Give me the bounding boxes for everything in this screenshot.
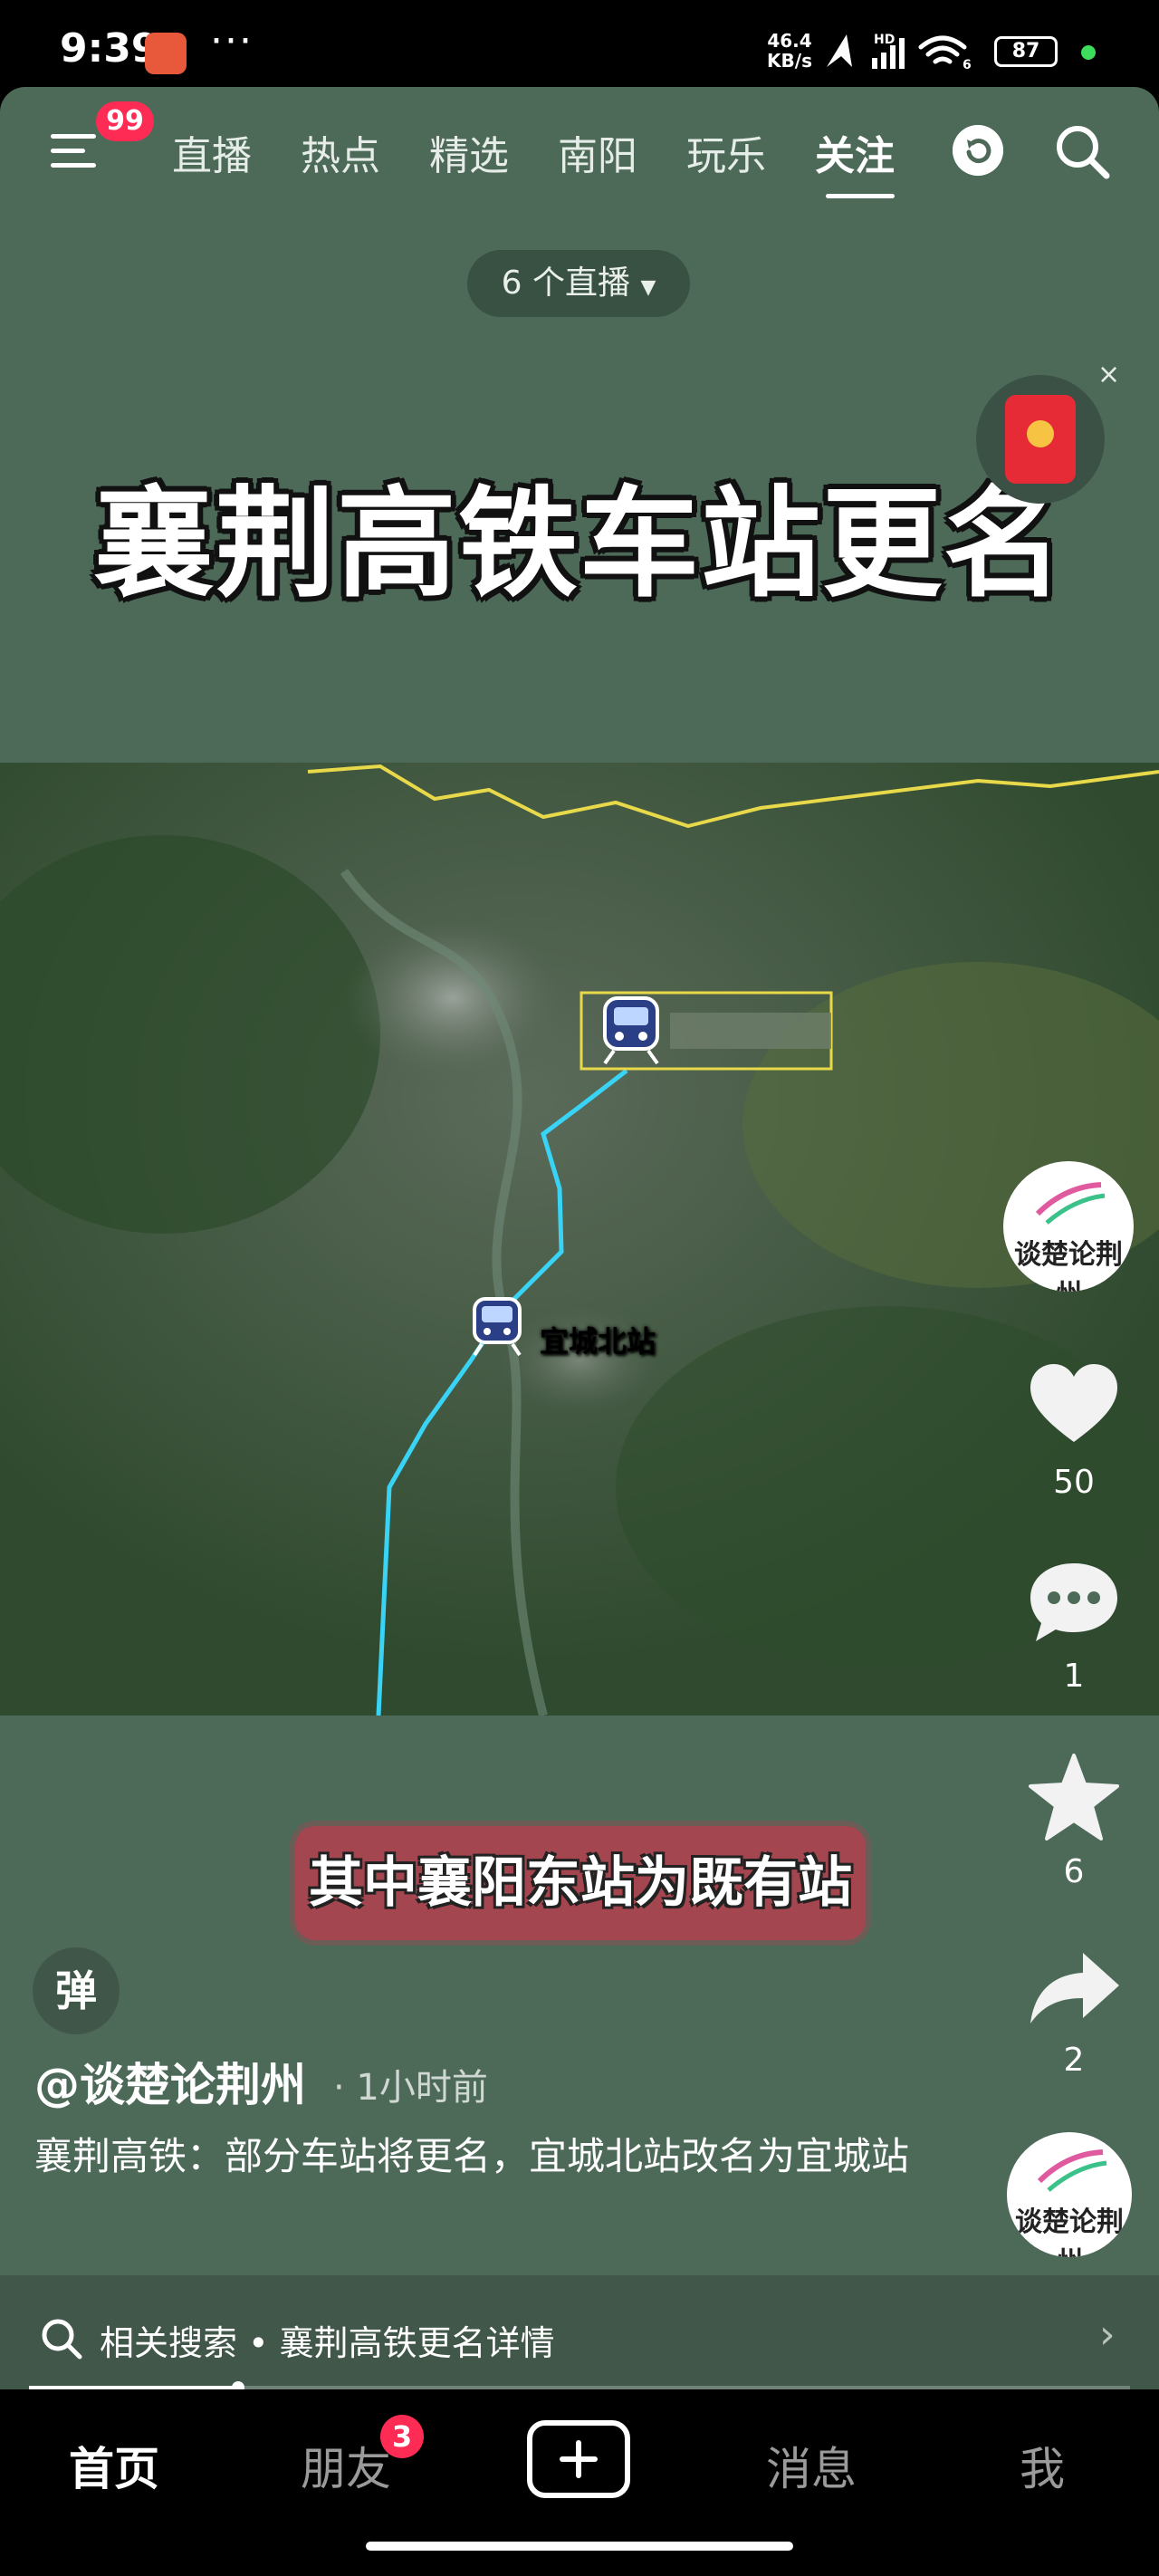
- share-icon[interactable]: [1027, 1949, 1123, 2025]
- create-post-button[interactable]: [527, 2420, 630, 2498]
- network-speed: 46.4 KB/s: [761, 31, 819, 71]
- wifi-icon: [918, 35, 967, 64]
- network-speed-unit: KB/s: [767, 50, 812, 72]
- plus-icon: [560, 2440, 598, 2478]
- author-avatar[interactable]: 谈楚论荆州: [1003, 1161, 1134, 1292]
- live-count-label: 6 个直播: [501, 264, 630, 302]
- tab-local[interactable]: 南阳: [558, 123, 637, 181]
- post-time: · 1小时前: [333, 2067, 488, 2109]
- notification-app-icon: [145, 33, 187, 74]
- tab-featured[interactable]: 精选: [429, 123, 509, 181]
- avatar-logo-icon: [1035, 1182, 1106, 1225]
- related-search-query: 襄荆高铁更名详情: [279, 2323, 555, 2363]
- danmu-toggle-button[interactable]: 弹: [33, 1947, 120, 2034]
- home-indicator: [366, 2542, 793, 2551]
- comment-count: 1: [1063, 1658, 1085, 1695]
- music-disc-text: 谈楚论荆州: [1015, 2206, 1124, 2257]
- active-tab-indicator: [826, 194, 895, 198]
- favorite-star-icon[interactable]: [1027, 1752, 1121, 1842]
- share-count: 2: [1063, 2042, 1085, 2079]
- station-label-yicheng-north: 宜城北站: [540, 1324, 656, 1359]
- video-caption: 其中襄阳东站为既有站: [295, 1826, 866, 1940]
- charging-dot: [1081, 45, 1096, 60]
- tab-live[interactable]: 直播: [172, 123, 252, 181]
- bottom-tab-messages[interactable]: 消息: [766, 2433, 857, 2498]
- bottom-tab-home[interactable]: 首页: [69, 2433, 159, 2498]
- tab-hot[interactable]: 热点: [301, 123, 380, 181]
- bottom-tab-friends[interactable]: 朋友: [301, 2433, 391, 2498]
- friends-badge: 3: [380, 2415, 424, 2458]
- tab-following[interactable]: 关注: [815, 123, 895, 181]
- music-disc-avatar[interactable]: 谈楚论荆州: [1007, 2132, 1132, 2257]
- network-speed-value: 46.4: [767, 30, 812, 52]
- wifi-6-label: 6: [963, 58, 972, 71]
- live-count-dropdown[interactable]: 6 个直播 ▼: [467, 250, 690, 317]
- location-arrow-icon: [827, 34, 852, 67]
- menu-icon[interactable]: [51, 130, 100, 172]
- favorite-count: 6: [1063, 1853, 1085, 1890]
- menu-badge: 99: [96, 101, 154, 141]
- search-icon[interactable]: [1052, 121, 1112, 181]
- author-avatar-text: 谈楚论荆州: [1014, 1239, 1123, 1292]
- satellite-map: 宜城北站: [0, 763, 1159, 1716]
- like-heart-icon[interactable]: [1029, 1362, 1119, 1446]
- hd-label: HD: [874, 33, 895, 47]
- battery-icon: 87: [994, 36, 1058, 67]
- red-envelope-coin: [1027, 420, 1054, 447]
- bottom-tab-me[interactable]: 我: [1020, 2433, 1065, 2498]
- more-notifications-icon: ···: [210, 18, 254, 64]
- related-search-text: 相关搜索 • 襄荆高铁更名详情: [100, 2315, 555, 2365]
- like-count: 50: [1053, 1464, 1095, 1501]
- refresh-icon[interactable]: [953, 125, 1003, 176]
- red-packet-close-icon[interactable]: ×: [1097, 359, 1120, 390]
- related-search-icon: [42, 2319, 82, 2360]
- dropdown-triangle-icon: ▼: [640, 276, 656, 299]
- tab-fun[interactable]: 玩乐: [686, 123, 766, 181]
- related-search-separator: •: [237, 2323, 280, 2363]
- music-disc-logo-icon: [1037, 2149, 1107, 2192]
- related-search-prefix: 相关搜索: [100, 2323, 238, 2363]
- train-station-icon: [603, 996, 659, 1065]
- blurred-station-label: [670, 1013, 831, 1049]
- chevron-right-icon: ›: [1099, 2312, 1116, 2358]
- author-name[interactable]: @谈楚论荆州: [34, 2049, 306, 2114]
- comment-icon[interactable]: [1027, 1560, 1121, 1643]
- post-description[interactable]: 襄荆高铁：部分车站将更名，宜城北站改名为宜城站: [34, 2125, 922, 2188]
- red-envelope-icon: [1005, 395, 1076, 484]
